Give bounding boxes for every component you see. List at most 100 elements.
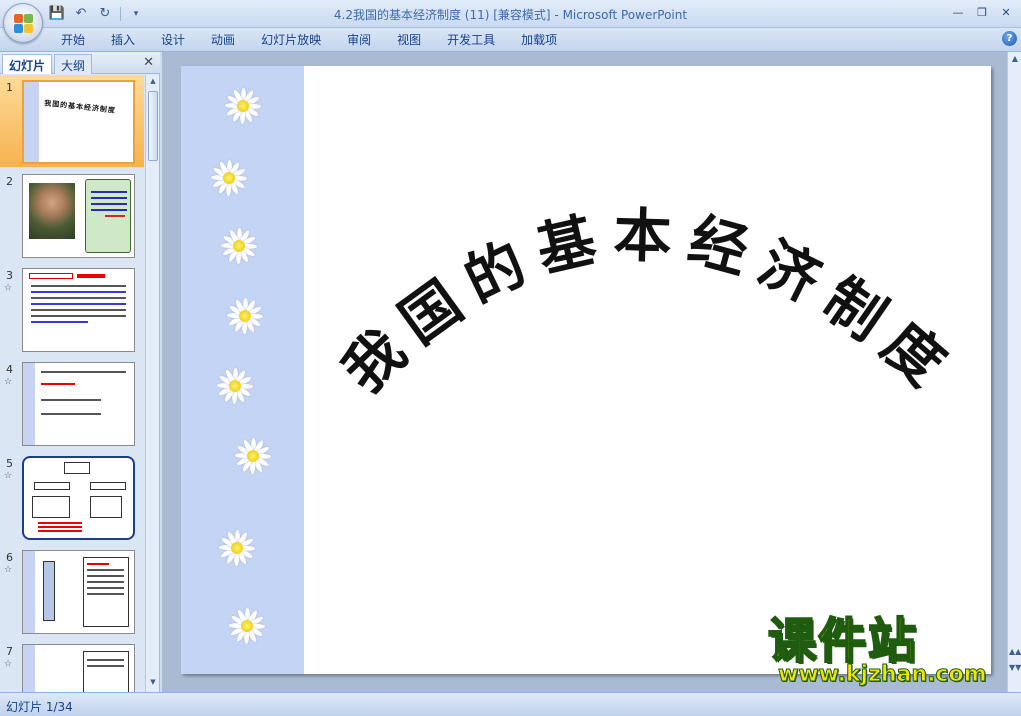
daisy-flower-icon (209, 158, 249, 198)
thumbnail-scrollbar[interactable]: ▲ ▼ (145, 75, 159, 692)
tab-slides[interactable]: 幻灯片 (2, 54, 53, 74)
chart-box (90, 496, 122, 518)
daisy-center (231, 542, 243, 554)
svg-text:我国的基本经济制度: 我国的基本经济制度 (330, 201, 969, 408)
thumb-text-lines (31, 285, 126, 327)
slide-thumbnail[interactable] (22, 174, 135, 258)
scroll-up-icon[interactable]: ▲ (1009, 54, 1021, 63)
help-icon[interactable]: ? (1002, 31, 1017, 46)
thumbnail-list: 1 我国的基本经济制度 2 3 ☆ 4 ☆ 5 ☆ 6 ☆ 7 ☆ (0, 75, 144, 692)
slide-editor: 我国的基本经济制度 (162, 52, 1007, 692)
thumbnail-number: 5 (6, 457, 13, 470)
tab-insert[interactable]: 插入 (98, 31, 148, 49)
ribbon: 开始 插入 设计 动画 幻灯片放映 审阅 视图 开发工具 加载项 ? (0, 28, 1021, 52)
chart-box (90, 482, 126, 490)
portrait-image (29, 183, 75, 239)
thumbnail-item[interactable]: 5 ☆ (0, 451, 144, 543)
animation-star-icon: ☆ (4, 377, 13, 387)
watermark-logo: 课件站 (767, 613, 919, 669)
tab-home[interactable]: 开始 (48, 31, 98, 49)
slides-panel: 幻灯片 大纲 ✕ 1 我国的基本经济制度 2 3 ☆ 4 ☆ 5 ☆ 6 ☆ 7… (0, 52, 160, 692)
chart-box (34, 482, 70, 490)
slide-thumbnail[interactable] (22, 644, 135, 692)
slide-thumbnail[interactable] (22, 456, 135, 540)
tab-animations[interactable]: 动画 (198, 31, 248, 49)
watermark: 课件站 www.kjzhan.com (767, 613, 1008, 694)
thumb-red-heading (77, 274, 105, 278)
thumb-box (83, 651, 129, 692)
animation-star-icon: ☆ (4, 471, 13, 481)
slide-scrollbar[interactable]: ▲ ▲▲ ▼▼ (1007, 52, 1021, 692)
daisy-flower-icon (233, 436, 273, 476)
daisy-flower-icon (217, 528, 257, 568)
thumbnail-number: 4 (6, 363, 13, 376)
thumb-heading (29, 273, 73, 279)
thumbnail-strip (23, 551, 35, 633)
daisy-center (229, 380, 241, 392)
thumbnail-title: 我国的基本经济制度 (43, 99, 117, 115)
thumbnail-number: 1 (6, 81, 13, 94)
daisy-center (247, 450, 259, 462)
thumbnail-item[interactable]: 4 ☆ (0, 357, 144, 449)
restore-icon[interactable]: ❐ (971, 3, 993, 21)
daisy-center (237, 100, 249, 112)
thumbnail-item[interactable]: 1 我国的基本经济制度 (0, 75, 144, 167)
thumb-arrow-shape (43, 561, 55, 621)
tab-outline[interactable]: 大纲 (54, 54, 93, 74)
thumb-text-lines (87, 659, 124, 671)
panel-tabs: 幻灯片 大纲 ✕ (0, 52, 160, 74)
thumbnail-item[interactable]: 7 ☆ (0, 639, 144, 692)
next-slide-icon[interactable]: ▼▼ (1009, 663, 1021, 672)
daisy-flower-icon (227, 606, 267, 646)
ribbon-tabs: 开始 插入 设计 动画 幻灯片放映 审阅 视图 开发工具 加载项 (48, 31, 570, 49)
thumb-text-lines (41, 371, 126, 419)
thumbnail-item[interactable]: 2 (0, 169, 144, 261)
slide-thumbnail[interactable] (22, 268, 135, 352)
animation-star-icon: ☆ (4, 659, 13, 669)
thumbnail-item[interactable]: 3 ☆ (0, 263, 144, 355)
daisy-center (233, 240, 245, 252)
chart-box (32, 496, 70, 518)
thumbnail-item[interactable]: 6 ☆ (0, 545, 144, 637)
tab-view[interactable]: 视图 (384, 31, 434, 49)
slide-thumbnail[interactable] (22, 550, 135, 634)
tab-addins[interactable]: 加载项 (508, 31, 570, 49)
previous-slide-icon[interactable]: ▲▲ (1009, 647, 1021, 656)
thumbnail-number: 6 (6, 551, 13, 564)
thumbnail-strip (23, 363, 35, 445)
status-bar: 幻灯片 1/34 (0, 692, 1021, 716)
close-icon[interactable]: ✕ (995, 3, 1017, 21)
arched-title-text: 我国的基本经济制度 (330, 201, 969, 408)
thumbnail-strip (24, 82, 39, 162)
scrollbar-thumb[interactable] (148, 91, 158, 161)
thumbnail-number: 7 (6, 645, 13, 658)
tab-developer[interactable]: 开发工具 (434, 31, 508, 49)
thumbnail-number: 3 (6, 269, 13, 282)
office-button[interactable] (3, 3, 43, 43)
slide-thumbnail[interactable] (22, 362, 135, 446)
thumb-text-lines (87, 563, 124, 599)
slide-canvas[interactable]: 我国的基本经济制度 (181, 66, 991, 674)
daisy-flower-icon (219, 226, 259, 266)
close-icon[interactable]: ✕ (143, 55, 154, 70)
slide-title[interactable]: 我国的基本经济制度 (301, 126, 991, 486)
slide-title-text: 我国的基本经济制度 (330, 201, 955, 408)
animation-star-icon: ☆ (4, 565, 13, 575)
minimize-icon[interactable]: — (947, 3, 969, 21)
thumb-red-text (38, 522, 82, 532)
daisy-center (241, 620, 253, 632)
thumbnail-strip (23, 645, 35, 692)
note-text (91, 191, 127, 217)
daisy-center (223, 172, 235, 184)
tab-review[interactable]: 审阅 (334, 31, 384, 49)
watermark-url: www.kjzhan.com (778, 662, 988, 688)
tab-slideshow[interactable]: 幻灯片放映 (248, 31, 334, 49)
daisy-flower-icon (215, 366, 255, 406)
tab-design[interactable]: 设计 (148, 31, 198, 49)
chart-box (64, 462, 90, 474)
scroll-down-icon[interactable]: ▼ (148, 678, 158, 690)
window-controls: — ❐ ✕ (947, 3, 1017, 21)
title-bar: 💾 ↶ ↻ ▾ 4.2我国的基本经济制度 (11) [兼容模式] - Micro… (0, 0, 1021, 43)
slide-thumbnail[interactable]: 我国的基本经济制度 (22, 80, 135, 164)
scroll-up-icon[interactable]: ▲ (148, 77, 158, 89)
